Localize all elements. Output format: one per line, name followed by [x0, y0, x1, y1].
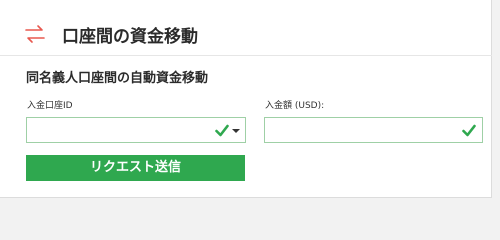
- check-icon: [215, 124, 229, 137]
- amount-field-wrapper: [264, 117, 483, 143]
- panel-header: 口座間の資金移動: [0, 0, 492, 56]
- page-title: 口座間の資金移動: [62, 27, 198, 47]
- submit-request-button[interactable]: リクエスト送信: [26, 155, 245, 181]
- amount-input[interactable]: [265, 118, 482, 142]
- from-account-select[interactable]: [26, 117, 246, 143]
- from-account-dropdown[interactable]: [27, 118, 245, 142]
- transfer-arrows-icon: [25, 25, 45, 43]
- section-title: 同名義人口座間の自動資金移動: [26, 71, 209, 86]
- check-icon: [462, 124, 476, 137]
- fund-transfer-panel: 口座間の資金移動 同名義人口座間の自動資金移動 入金口座ID 入金額 (USD)…: [0, 0, 492, 198]
- amount-label: 入金額 (USD):: [265, 101, 325, 111]
- from-account-label: 入金口座ID: [27, 101, 73, 111]
- chevron-down-icon[interactable]: [232, 129, 240, 133]
